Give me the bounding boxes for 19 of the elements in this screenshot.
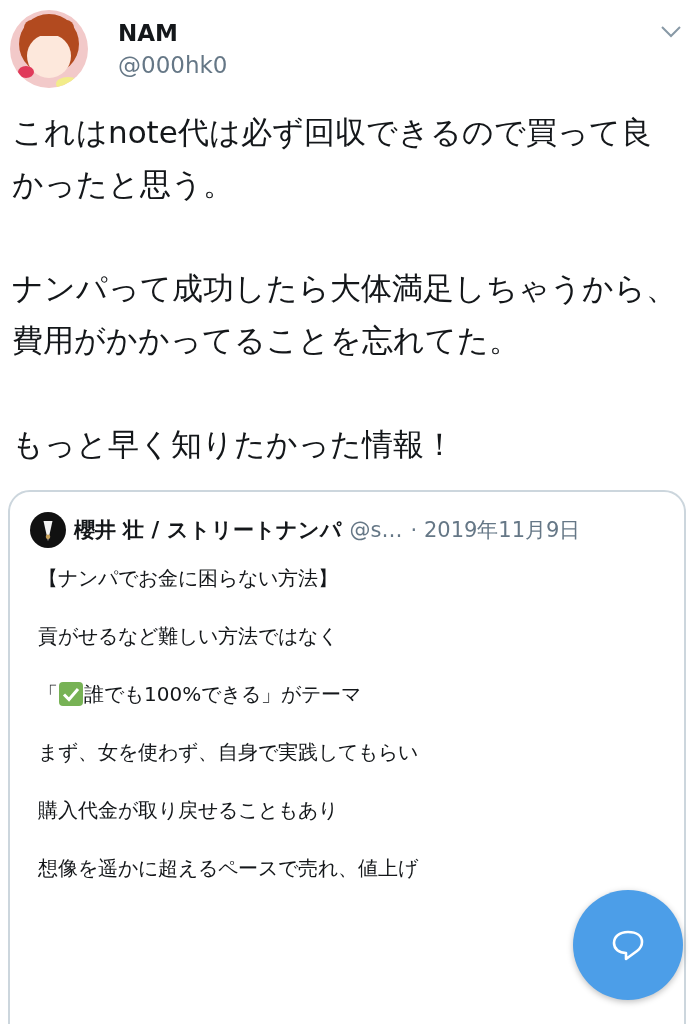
tweet-text: これはnote代は必ず回収できるので買って良かったと思う。	[12, 113, 653, 204]
reply-button[interactable]	[573, 890, 683, 1000]
quoted-tweet-text: 「	[38, 682, 58, 706]
user-name[interactable]: NAM	[118, 20, 631, 46]
tweet-text: ナンパって成功したら大体満足しちゃうから、費用がかかってることを忘れてた。	[12, 269, 678, 360]
quoted-tweet-text: 想像を遥かに超えるペースで売れ、値上げ	[38, 856, 419, 880]
quoted-tweet-text: 購入代金が取り戻せることもあり	[38, 798, 339, 822]
user-handle[interactable]: @000hk0	[118, 52, 631, 78]
quoted-user-name[interactable]: 櫻井 壮 / ストリートナンパ	[74, 516, 342, 544]
quoted-tweet-text: まず、女を使わず、自身で実践してもらい	[38, 740, 419, 764]
check-icon	[59, 682, 83, 706]
quoted-tweet-text: 貢がせるなど難しい方法ではなく	[38, 624, 339, 648]
avatar[interactable]	[30, 512, 66, 548]
tweet-text: もっと早く知りたかった情報！	[12, 425, 456, 464]
quoted-date: · 2019年11月9日	[410, 517, 581, 544]
chevron-down-icon[interactable]	[661, 26, 681, 38]
quoted-user-handle[interactable]: @s…	[349, 518, 403, 542]
quoted-tweet-text: 【ナンパでお金に困らない方法】	[38, 566, 339, 590]
quoted-tweet-text: 誰でも100%できる」がテーマ	[84, 682, 362, 706]
